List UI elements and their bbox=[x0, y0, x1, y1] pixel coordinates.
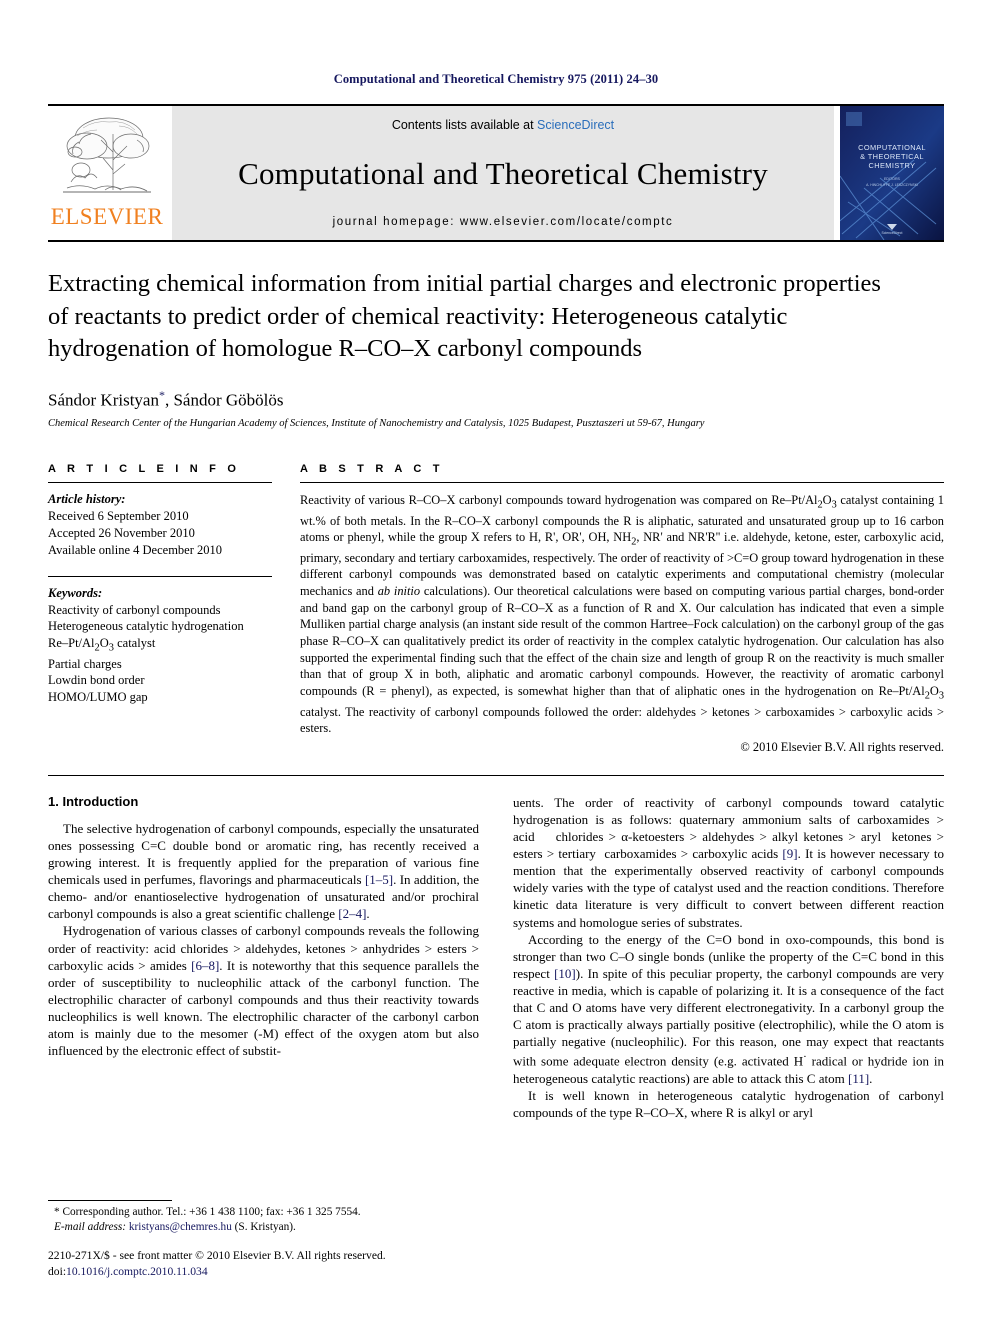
abstract-column: A B S T R A C T Reactivity of various R–… bbox=[300, 463, 944, 754]
paragraph: The selective hydrogenation of carbonyl … bbox=[48, 820, 479, 922]
history-item: Accepted 26 November 2010 bbox=[48, 526, 195, 541]
citation-link[interactable]: [6–8] bbox=[191, 958, 219, 973]
article-page: Computational and Theoretical Chemistry … bbox=[0, 0, 992, 1323]
author-primary[interactable]: Sándor Kristyan bbox=[48, 390, 159, 409]
issn-line: 2210-271X/$ - see front matter © 2010 El… bbox=[48, 1249, 386, 1263]
elsevier-logo: ELSEVIER bbox=[48, 106, 166, 240]
email-owner: (S. Kristyan). bbox=[234, 1220, 296, 1233]
body-columns: 1. Introduction The selective hydrogenat… bbox=[48, 794, 944, 1121]
running-head: Computational and Theoretical Chemistry … bbox=[333, 72, 659, 86]
keywords-label: Keywords: bbox=[48, 585, 103, 600]
article-info-column: A R T I C L E I N F O Article history: R… bbox=[48, 463, 300, 754]
doi-label: doi: bbox=[48, 1264, 67, 1278]
doi-link[interactable]: 10.1016/j.comptc.2010.11.034 bbox=[66, 1265, 208, 1278]
keyword-item: Lowdin bond order bbox=[48, 673, 145, 688]
svg-text:EDITORS: EDITORS bbox=[884, 177, 901, 181]
contents-prefix: Contents lists available at bbox=[391, 118, 538, 132]
article-info-rule bbox=[48, 482, 272, 484]
masthead-bottom-rule bbox=[48, 240, 944, 242]
paragraph: According to the energy of the C=O bond … bbox=[513, 931, 944, 1086]
journal-homepage-link[interactable]: journal homepage: www.elsevier.com/locat… bbox=[333, 216, 674, 228]
cover-artwork: COMPUTATIONAL & THEORETICAL CHEMISTRY ED… bbox=[840, 106, 944, 240]
author-secondary[interactable]: , Sándor Göbölös bbox=[165, 390, 284, 409]
corresponding-author-note: * Corresponding author. Tel.: +36 1 438 … bbox=[54, 1205, 361, 1218]
issn-block: 2210-271X/$ - see front matter © 2010 El… bbox=[48, 1248, 478, 1279]
affiliation: Chemical Research Center of the Hungaria… bbox=[48, 418, 705, 430]
citation-link[interactable]: [11] bbox=[848, 1071, 869, 1086]
abstract-heading: A B S T R A C T bbox=[300, 463, 444, 476]
paragraph: Hydrogenation of various classes of carb… bbox=[48, 923, 479, 1059]
svg-text:CHEMISTRY: CHEMISTRY bbox=[869, 161, 916, 170]
history-item: Received 6 September 2010 bbox=[48, 509, 189, 524]
svg-text:& THEORETICAL: & THEORETICAL bbox=[860, 152, 924, 161]
sciencedirect-link[interactable]: ScienceDirect bbox=[537, 118, 614, 132]
svg-text:COMPUTATIONAL: COMPUTATIONAL bbox=[858, 143, 926, 152]
section-heading-introduction: 1. Introduction bbox=[48, 793, 139, 809]
body-left-column: 1. Introduction The selective hydrogenat… bbox=[48, 794, 479, 1121]
keyword-item: Partial charges bbox=[48, 656, 122, 671]
footnote-rule bbox=[48, 1199, 172, 1201]
keyword-item: Reactivity of carbonyl compounds bbox=[48, 602, 221, 617]
history-item: Available online 4 December 2010 bbox=[48, 542, 223, 557]
keyword-item: HOMO/LUMO gap bbox=[48, 690, 148, 705]
article-info-heading: A R T I C L E I N F O bbox=[48, 463, 241, 476]
elsevier-wordmark: ELSEVIER bbox=[50, 204, 164, 229]
body-right-column: uents. The order of reactivity of carbon… bbox=[513, 794, 944, 1121]
svg-text:A. HINCHLIFFE J. LESZCZYNSKI: A. HINCHLIFFE J. LESZCZYNSKI bbox=[866, 183, 918, 187]
doi-line: doi:10.1016/j.comptc.2010.11.034 bbox=[48, 1264, 478, 1279]
page-title: Extracting chemical information from ini… bbox=[48, 270, 881, 363]
article-history-label: Article history: bbox=[48, 492, 126, 507]
elsevier-tree-icon bbox=[63, 117, 151, 193]
svg-text:ScienceDirect: ScienceDirect bbox=[882, 231, 903, 235]
journal-title: Computational and Theoretical Chemistry bbox=[238, 156, 768, 191]
email-note: E-mail address: kristyans@chemres.hu (S.… bbox=[48, 1220, 478, 1235]
author-list: Sándor Kristyan*, Sándor Göbölös bbox=[48, 388, 944, 411]
abstract-copyright: © 2010 Elsevier B.V. All rights reserved… bbox=[740, 739, 944, 754]
citation-link[interactable]: [1–5] bbox=[365, 872, 393, 887]
paragraph: uents. The order of reactivity of carbon… bbox=[513, 794, 945, 930]
citation-link[interactable]: [2–4] bbox=[338, 906, 366, 921]
abstract-text: Reactivity of various R–CO–X carbonyl co… bbox=[300, 493, 944, 736]
paragraph: It is well known in heterogeneous cataly… bbox=[513, 1087, 944, 1120]
contents-available-line: Contents lists available at ScienceDirec… bbox=[392, 118, 614, 132]
journal-cover-thumbnail[interactable]: COMPUTATIONAL & THEORETICAL CHEMISTRY ED… bbox=[840, 106, 944, 240]
citation-link[interactable]: [10] bbox=[554, 966, 576, 981]
keywords-block: Keywords: Reactivity of carbonyl compoun… bbox=[48, 575, 272, 706]
info-abstract-row: A R T I C L E I N F O Article history: R… bbox=[48, 463, 944, 754]
journal-masthead: ELSEVIER Contents lists available at Sci… bbox=[48, 104, 944, 240]
keyword-item: Re–Pt/Al2O3 catalyst bbox=[48, 636, 156, 654]
keyword-item: Heterogeneous catalytic hydrogenation bbox=[48, 619, 244, 634]
footnote-area: * Corresponding author. Tel.: +36 1 438 … bbox=[48, 1199, 478, 1279]
citation-link[interactable]: [9] bbox=[782, 846, 797, 861]
masthead-center: Contents lists available at ScienceDirec… bbox=[172, 106, 834, 240]
body-top-rule bbox=[48, 774, 944, 776]
email-label: E-mail address: bbox=[54, 1220, 127, 1233]
abstract-rule bbox=[300, 482, 944, 484]
keywords-rule bbox=[48, 575, 272, 577]
email-link[interactable]: kristyans@chemres.hu bbox=[129, 1221, 232, 1233]
